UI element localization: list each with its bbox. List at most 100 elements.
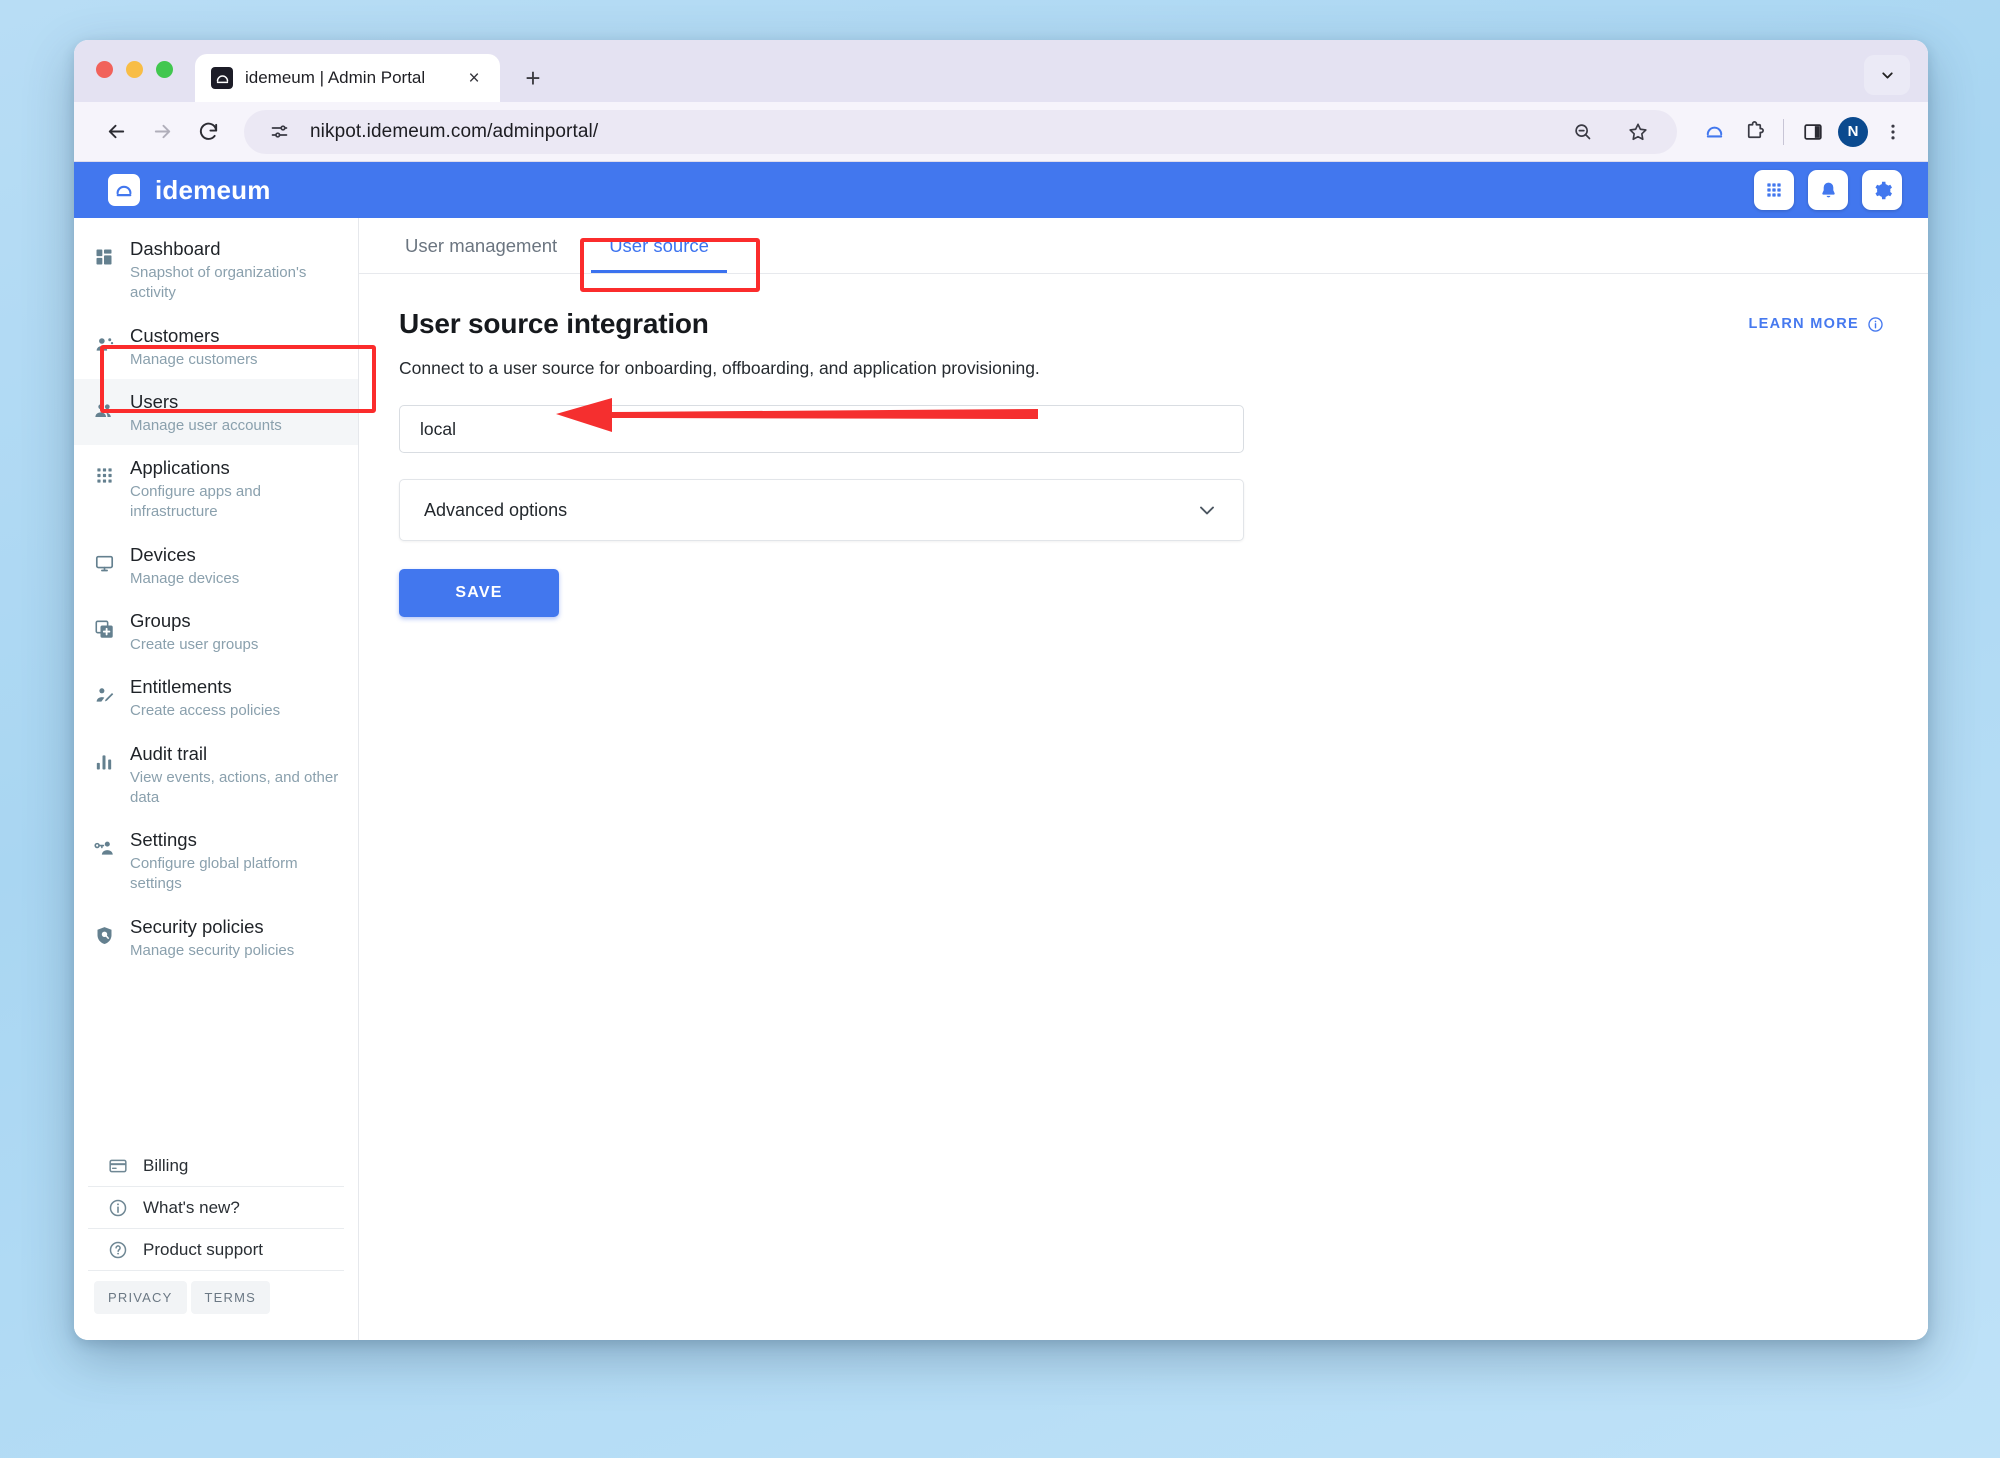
- sidebar-item-label: Settings: [130, 829, 197, 851]
- users-icon: [92, 388, 116, 422]
- sidebar-item-label: Audit trail: [130, 742, 208, 764]
- idemeum-logo-icon: [108, 174, 140, 206]
- sidebar-item-label: Security policies: [130, 915, 264, 937]
- info-circle-icon: [106, 1198, 130, 1218]
- sidebar-item-devices[interactable]: Devices Manage devices: [74, 532, 358, 598]
- app-body: Dashboard Snapshot of organization's act…: [74, 218, 1928, 1340]
- sidebar-item-sublabel: Create user groups: [130, 636, 259, 654]
- apps-grid-icon[interactable]: [1754, 170, 1794, 210]
- sidebar-item-applications[interactable]: Applications Configure apps and infrastr…: [74, 445, 358, 532]
- kebab-menu-icon[interactable]: [1876, 115, 1910, 149]
- browser-tab[interactable]: idemeum | Admin Portal ×: [195, 54, 500, 102]
- admin-portal-app: idemeum Dashboard Snapshot of organizati…: [74, 162, 1928, 1340]
- question-circle-icon: [106, 1240, 130, 1260]
- legal-links: PRIVACY TERMS: [74, 1271, 358, 1328]
- user-key-icon: [92, 826, 116, 859]
- main-content: User management User source User source …: [359, 218, 1928, 1340]
- user-source-panel: User source integration LEARN MORE Conne…: [359, 274, 1928, 617]
- sidebar-item-sublabel: Manage customers: [130, 350, 258, 368]
- avatar-initial: N: [1838, 116, 1868, 147]
- sidebar-item-entitlements[interactable]: Entitlements Create access policies: [74, 664, 358, 730]
- user-edit-icon: [92, 673, 116, 706]
- sidebar-item-sublabel: Create access policies: [130, 702, 281, 720]
- minimize-window-button[interactable]: [126, 60, 143, 78]
- sidebar-item-sublabel: Manage user accounts: [130, 416, 282, 434]
- forward-button[interactable]: [142, 112, 182, 152]
- browser-window: idemeum | Admin Portal × + nikpot.idemeu…: [74, 40, 1928, 1340]
- idemeum-extension-icon[interactable]: [1697, 115, 1731, 149]
- sidebar-item-sublabel: Configure apps and infrastructure: [130, 483, 261, 521]
- groups-add-icon: [92, 607, 116, 640]
- sidebar-item-whats-new[interactable]: What's new?: [88, 1187, 344, 1229]
- bell-icon[interactable]: [1808, 170, 1848, 210]
- close-window-button[interactable]: [96, 60, 113, 78]
- tab-user-source[interactable]: User source: [583, 219, 735, 273]
- sidebar-item-security-policies[interactable]: Security policies Manage security polici…: [74, 904, 358, 970]
- sidebar-item-users[interactable]: Users Manage user accounts: [74, 378, 358, 446]
- sidebar-item-settings[interactable]: Settings Configure global platform setti…: [74, 817, 358, 904]
- sidebar-item-sublabel: Manage security policies: [130, 941, 295, 959]
- chevron-down-icon[interactable]: [1195, 498, 1219, 522]
- zoom-out-icon[interactable]: [1565, 115, 1599, 149]
- sidebar-item-label: Entitlements: [130, 676, 232, 698]
- credit-card-icon: [106, 1156, 130, 1176]
- advanced-options-accordion[interactable]: Advanced options: [399, 479, 1244, 541]
- browser-tab-strip: idemeum | Admin Portal × +: [74, 40, 1928, 102]
- sidebar-item-label: Applications: [130, 457, 230, 479]
- page-title: User source integration: [399, 308, 709, 339]
- avatar[interactable]: N: [1836, 115, 1870, 149]
- advanced-options-label: Advanced options: [424, 499, 568, 520]
- browser-toolbar: nikpot.idemeum.com/adminportal/ N: [74, 102, 1928, 162]
- address-bar[interactable]: nikpot.idemeum.com/adminportal/: [244, 109, 1677, 154]
- sidebar-item-label: Customers: [130, 324, 220, 346]
- tune-icon[interactable]: [262, 115, 296, 149]
- gear-icon[interactable]: [1862, 170, 1902, 210]
- shield-icon: [92, 913, 116, 946]
- sidebar-footer: Billing What's new? Product support PRIV…: [74, 1145, 358, 1340]
- learn-more-link[interactable]: LEARN MORE: [1749, 316, 1888, 333]
- app-header: idemeum: [74, 162, 1928, 218]
- sidebar-item-groups[interactable]: Groups Create user groups: [74, 598, 358, 664]
- browser-tab-title: idemeum | Admin Portal: [245, 68, 426, 87]
- monitor-icon: [92, 541, 116, 574]
- sidebar-item-audit-trail[interactable]: Audit trail View events, actions, and ot…: [74, 731, 358, 818]
- reload-button[interactable]: [188, 112, 228, 152]
- info-circle-icon: [1867, 316, 1884, 333]
- learn-more-label: LEARN MORE: [1748, 316, 1859, 332]
- address-bar-url: nikpot.idemeum.com/adminportal/: [310, 120, 599, 142]
- back-button[interactable]: [96, 112, 136, 152]
- brand-name: idemeum: [155, 174, 271, 205]
- sidebar-item-sublabel: Snapshot of organization's activity: [130, 264, 307, 302]
- sidebar-item-label: Devices: [130, 543, 196, 565]
- sidebar-nav: Dashboard Snapshot of organization's act…: [74, 218, 358, 970]
- customers-icon: [92, 322, 116, 355]
- sidebar-item-billing[interactable]: Billing: [88, 1145, 344, 1187]
- privacy-link[interactable]: PRIVACY: [94, 1281, 187, 1314]
- extensions-puzzle-icon[interactable]: [1737, 115, 1771, 149]
- brand[interactable]: idemeum: [108, 174, 271, 206]
- sidebar-item-sublabel: Configure global platform settings: [130, 855, 298, 893]
- sidebar-item-customers[interactable]: Customers Manage customers: [74, 313, 358, 379]
- dashboard-icon: [92, 235, 116, 267]
- idemeum-favicon-icon: [211, 67, 233, 89]
- save-button[interactable]: SAVE: [399, 569, 559, 617]
- sidebar-item-dashboard[interactable]: Dashboard Snapshot of organization's act…: [74, 226, 358, 313]
- sidebar-item-label: Groups: [130, 609, 191, 631]
- tab-user-management[interactable]: User management: [379, 219, 583, 273]
- side-panel-icon[interactable]: [1796, 115, 1830, 149]
- sidebar-footer-label: Billing: [143, 1155, 189, 1175]
- sidebar-item-label: Dashboard: [130, 238, 221, 259]
- maximize-window-button[interactable]: [156, 60, 173, 78]
- new-tab-button[interactable]: +: [514, 59, 552, 97]
- chevron-down-icon[interactable]: [1864, 55, 1910, 95]
- user-source-field[interactable]: local: [399, 405, 1244, 453]
- sidebar-item-sublabel: View events, actions, and other data: [130, 768, 339, 806]
- sidebar-item-product-support[interactable]: Product support: [88, 1229, 344, 1271]
- star-icon[interactable]: [1621, 115, 1655, 149]
- terms-link[interactable]: TERMS: [190, 1281, 271, 1314]
- close-icon[interactable]: ×: [462, 66, 486, 90]
- toolbar-divider: [1783, 118, 1784, 145]
- sidebar: Dashboard Snapshot of organization's act…: [74, 218, 359, 1340]
- panel-header: User source integration LEARN MORE: [399, 308, 1888, 340]
